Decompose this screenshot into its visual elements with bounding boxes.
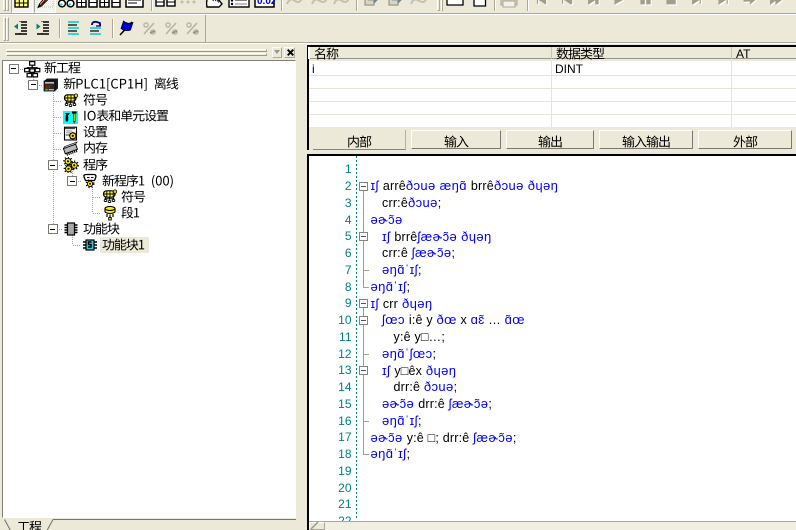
svg-text:0.02: 0.02 (257, 0, 275, 7)
